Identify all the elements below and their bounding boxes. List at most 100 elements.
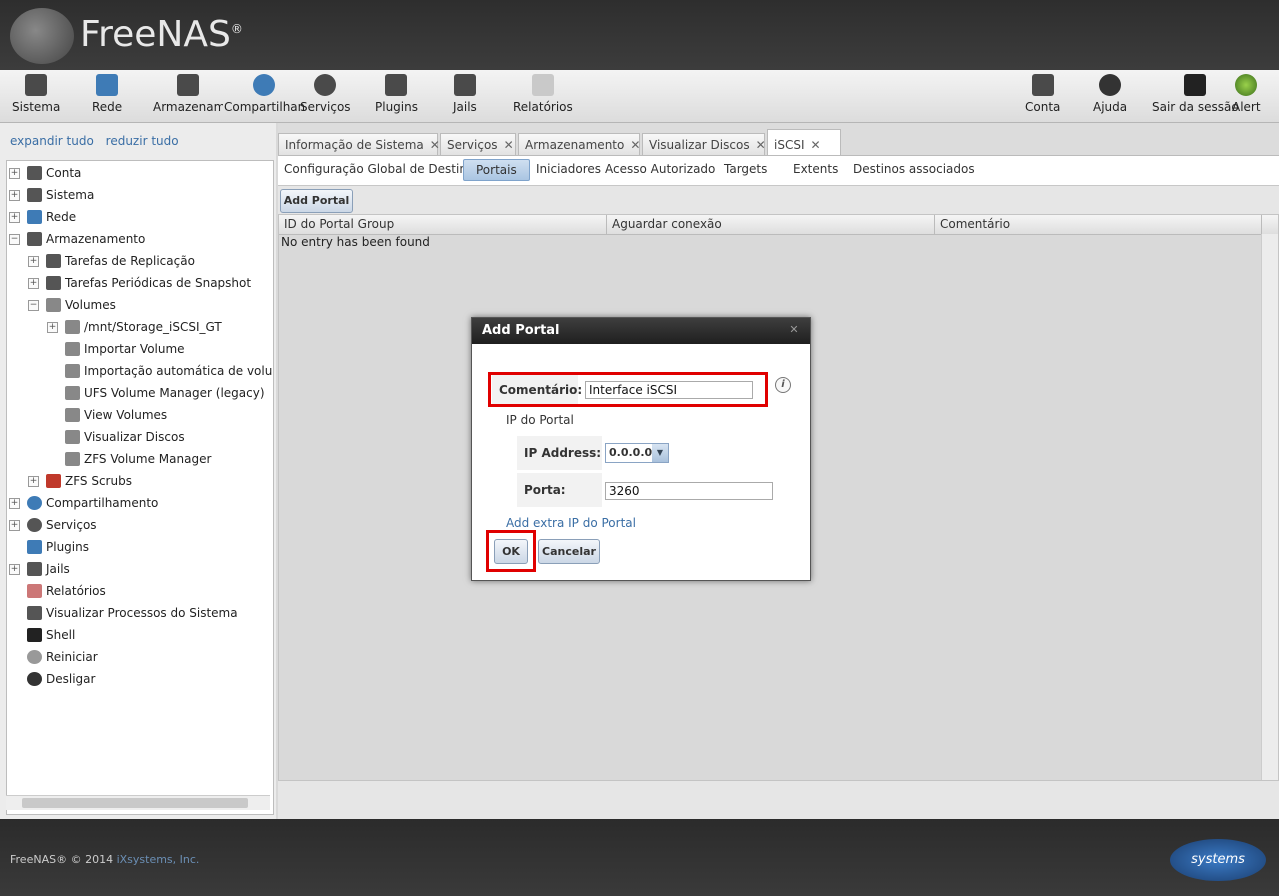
app-header: FreeNAS® <box>0 0 1279 70</box>
expand-icon[interactable]: + <box>47 322 58 333</box>
sidebar: expandir tudo reduzir tudo + Conta + Siste… <box>0 123 276 819</box>
subtab-iniciadores[interactable]: Iniciadores <box>536 159 601 179</box>
chevron-down-icon[interactable]: ▼ <box>652 444 668 462</box>
toolbar-plugins[interactable]: Plugins <box>375 74 418 114</box>
tree-item-desligar[interactable]: Desligar <box>27 669 95 689</box>
toolbar-relatorios[interactable]: Relatórios <box>513 74 573 114</box>
tree-item-servicos[interactable]: + Serviços <box>9 515 97 535</box>
comment-input[interactable] <box>585 381 753 399</box>
subtab-acesso-autorizado[interactable]: Acesso Autorizado <box>605 159 715 179</box>
tree-item-zfs-manager[interactable]: ZFS Volume Manager <box>65 449 211 469</box>
tree-item-plugins[interactable]: Plugins <box>27 537 89 557</box>
add-extra-ip-link[interactable]: Add extra IP do Portal <box>506 516 636 530</box>
tab-armazenamento[interactable]: Armazenamento ✕ <box>518 133 640 155</box>
toolbar-rede[interactable]: Rede <box>92 74 122 114</box>
close-icon[interactable]: ✕ <box>811 138 821 152</box>
scrollbar-thumb[interactable] <box>22 798 248 808</box>
port-input[interactable] <box>605 482 773 500</box>
reports-icon <box>531 74 554 96</box>
subtab-destinos-associados[interactable]: Destinos associados <box>853 159 975 179</box>
collapse-all-link[interactable]: reduzir tudo <box>106 134 179 148</box>
toolbar-jails[interactable]: Jails <box>453 74 477 114</box>
toolbar-compartilhamento[interactable]: Compartilhamento <box>224 74 304 114</box>
column-header[interactable]: Aguardar conexão <box>607 215 935 234</box>
subtab-extents[interactable]: Extents <box>793 159 838 179</box>
tree-item-jails[interactable]: + Jails <box>9 559 70 579</box>
tab-iscsi[interactable]: iSCSI ✕ <box>767 129 841 156</box>
tree-item-sistema[interactable]: + Sistema <box>9 185 94 205</box>
subtab-portais[interactable]: Portais <box>463 159 530 181</box>
power-icon <box>27 672 42 686</box>
tree-item-ufs-manager[interactable]: UFS Volume Manager (legacy) <box>65 383 265 403</box>
shell-icon <box>27 628 42 642</box>
tree-item-relatorios[interactable]: Relatórios <box>27 581 106 601</box>
toolbar-conta[interactable]: Conta <box>1025 74 1060 114</box>
toolbar-sistema[interactable]: Sistema <box>12 74 60 114</box>
restart-icon <box>27 650 42 664</box>
folder-icon <box>27 232 42 246</box>
tree-horizontal-scrollbar[interactable] <box>6 795 270 810</box>
tree-item-volumes[interactable]: − Volumes <box>28 295 116 315</box>
close-icon[interactable]: ✕ <box>430 138 440 152</box>
help-icon <box>1099 74 1122 96</box>
tree-item-armazenamento[interactable]: − Armazenamento <box>9 229 145 249</box>
expand-icon[interactable]: + <box>9 520 20 531</box>
ixsystems-link[interactable]: iXsystems, Inc. <box>117 853 200 866</box>
collapse-icon[interactable]: − <box>28 300 39 311</box>
volume-icon <box>65 320 80 334</box>
volumes-icon <box>46 298 61 312</box>
expand-icon[interactable]: + <box>9 168 20 179</box>
view-volumes-icon <box>65 408 80 422</box>
collapse-icon[interactable]: − <box>9 234 20 245</box>
column-header[interactable]: Comentário <box>935 215 1262 234</box>
tree-item-zfs-scrubs[interactable]: + ZFS Scrubs <box>28 471 132 491</box>
expand-icon[interactable]: + <box>9 498 20 509</box>
tree-item-replicacao[interactable]: + Tarefas de Replicação <box>28 251 195 271</box>
tree-item-conta[interactable]: + Conta <box>9 163 81 183</box>
close-icon[interactable]: ✕ <box>756 138 766 152</box>
ip-address-select[interactable]: 0.0.0.0 ▼ <box>605 443 669 463</box>
add-portal-button[interactable]: Add Portal <box>280 189 353 213</box>
close-icon[interactable]: ✕ <box>788 324 800 336</box>
toolbar-armazenamento[interactable]: Armazenamento <box>153 74 223 114</box>
tab-informacao-sistema[interactable]: Informação de Sistema ✕ <box>278 133 440 155</box>
toolbar-sair[interactable]: Sair da sessão <box>1152 74 1239 114</box>
expand-icon[interactable]: + <box>28 278 39 289</box>
account-icon <box>1031 74 1054 96</box>
info-icon[interactable]: i <box>775 377 791 393</box>
expand-icon[interactable]: + <box>9 190 20 201</box>
tree-item-auto-import[interactable]: Importação automática de volume <box>65 361 273 381</box>
tree-item-view-volumes[interactable]: View Volumes <box>65 405 167 425</box>
tree-item-rede[interactable]: + Rede <box>9 207 76 227</box>
tree-item-snapshot[interactable]: + Tarefas Periódicas de Snapshot <box>28 273 251 293</box>
tab-visualizar-discos[interactable]: Visualizar Discos ✕ <box>642 133 766 155</box>
subtab-global-config[interactable]: Configuração Global de Destino <box>284 159 474 179</box>
toolbar-ajuda[interactable]: Ajuda <box>1093 74 1127 114</box>
cancel-button[interactable]: Cancelar <box>538 539 600 564</box>
expand-all-link[interactable]: expandir tudo <box>10 134 94 148</box>
expand-icon[interactable]: + <box>9 212 20 223</box>
logout-icon <box>1184 74 1207 96</box>
close-icon[interactable]: ✕ <box>630 138 640 152</box>
toolbar-servicos[interactable]: Serviços <box>300 74 351 114</box>
toolbar-alert[interactable]: Alert <box>1232 74 1261 114</box>
expand-icon[interactable]: + <box>9 564 20 575</box>
port-label: Porta: <box>517 473 602 507</box>
column-header[interactable]: ID do Portal Group <box>279 215 607 234</box>
tab-servicos[interactable]: Serviços ✕ <box>440 133 516 155</box>
tree-item-importar[interactable]: Importar Volume <box>65 339 185 359</box>
grid-vertical-scrollbar[interactable] <box>1261 234 1278 780</box>
empty-message: No entry has been found <box>281 235 430 249</box>
subtab-targets[interactable]: Targets <box>724 159 767 179</box>
tree-item-reiniciar[interactable]: Reiniciar <box>27 647 98 667</box>
close-icon[interactable]: ✕ <box>504 138 514 152</box>
tree-item-processos[interactable]: Visualizar Processos do Sistema <box>27 603 238 623</box>
expand-icon[interactable]: + <box>28 256 39 267</box>
ixsystems-logo: systems <box>1170 839 1266 881</box>
tree-item-visualizar-discos[interactable]: Visualizar Discos <box>65 427 185 447</box>
expand-icon[interactable]: + <box>28 476 39 487</box>
tree-item-compartilhamento[interactable]: + Compartilhamento <box>9 493 158 513</box>
tree-item-mnt-volume[interactable]: +/mnt/Storage_iSCSI_GT <box>47 317 222 337</box>
tree-item-shell[interactable]: Shell <box>27 625 75 645</box>
ok-button[interactable]: OK <box>494 539 528 564</box>
